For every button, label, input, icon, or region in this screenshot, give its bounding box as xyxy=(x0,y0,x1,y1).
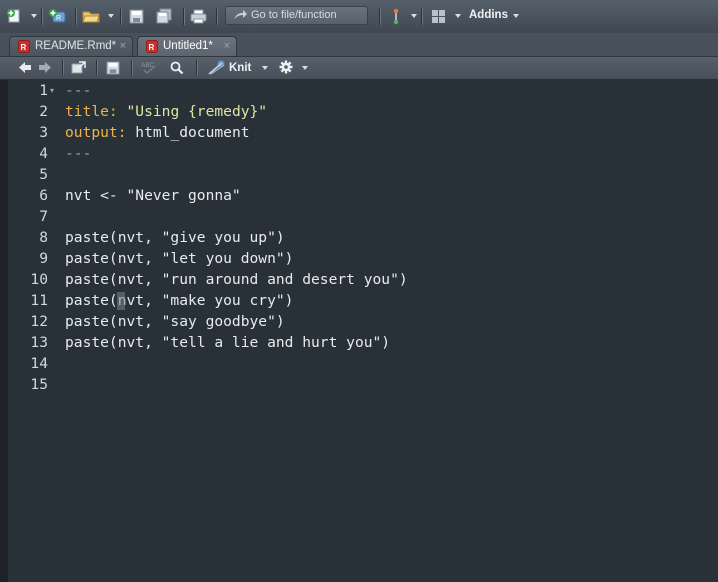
tab-untitled1[interactable]: R Untitled1* × xyxy=(137,36,237,56)
code-line[interactable]: paste(nvt, "let you down") xyxy=(65,248,293,269)
code-line[interactable]: paste(nvt, "run around and desert you") xyxy=(65,269,408,290)
code-token: --- xyxy=(65,82,92,99)
vcs-dropdown-caret[interactable] xyxy=(411,14,417,18)
code-token: paste(nvt, "let you down") xyxy=(65,250,294,267)
svg-text:R: R xyxy=(56,15,61,22)
tab-readme[interactable]: R README.Rmd* × xyxy=(9,36,133,56)
code-token: paste(nvt, "say goodbye") xyxy=(65,313,285,330)
layout-dropdown-caret[interactable] xyxy=(455,14,461,18)
code-token: --- xyxy=(65,145,92,162)
grid-layout-icon[interactable] xyxy=(430,7,446,25)
open-file-dropdown-caret[interactable] xyxy=(108,14,114,18)
code-line[interactable]: --- xyxy=(65,80,91,101)
code-line[interactable]: output: html_document xyxy=(65,122,250,143)
line-number: 12 xyxy=(30,313,48,330)
addins-dropdown-caret[interactable] xyxy=(513,14,519,18)
source-tab-bar: R README.Rmd* × R Untitled1* × xyxy=(0,33,718,57)
toolbar-divider xyxy=(96,60,97,75)
main-toolbar: R Go to file/function Addins xyxy=(0,0,718,34)
code-line[interactable]: nvt <- "Never gonna" xyxy=(65,185,241,206)
search-icon[interactable] xyxy=(170,61,184,80)
toolbar-divider xyxy=(196,60,197,75)
line-number: 5 xyxy=(39,166,48,183)
gear-icon[interactable] xyxy=(279,60,293,79)
tab-label: Untitled1* xyxy=(163,40,213,52)
spell-check-icon[interactable]: ABC xyxy=(141,59,159,80)
line-number: 4 xyxy=(39,145,48,162)
toolbar-divider xyxy=(120,8,121,25)
yaml-key-token: output: xyxy=(65,124,127,141)
toolbar-divider xyxy=(216,8,217,25)
fold-toggle-icon[interactable]: ▾ xyxy=(50,80,58,101)
code-line[interactable]: title: "Using {remedy}" xyxy=(65,101,267,122)
open-folder-icon[interactable] xyxy=(82,7,100,25)
line-number: 11 xyxy=(30,292,48,309)
knit-icon[interactable] xyxy=(208,60,226,80)
line-number: 7 xyxy=(39,208,48,225)
yaml-key-token: title: xyxy=(65,103,118,120)
new-file-dropdown-caret[interactable] xyxy=(31,14,37,18)
knit-dropdown-caret[interactable] xyxy=(262,66,268,70)
code-token: paste(nvt, "make you cry") xyxy=(65,292,294,309)
line-number: 6 xyxy=(39,187,48,204)
addins-menu[interactable]: Addins xyxy=(469,9,508,21)
close-icon[interactable]: × xyxy=(120,37,126,56)
code-line[interactable]: --- xyxy=(65,143,91,164)
goto-placeholder: Go to file/function xyxy=(251,9,337,21)
code-line[interactable]: paste(nvt, "give you up") xyxy=(65,227,285,248)
svg-text:R: R xyxy=(149,43,155,52)
code-token: paste(nvt, "give you up") xyxy=(65,229,285,246)
goto-arrow-icon xyxy=(233,10,247,28)
code-token: html_document xyxy=(126,124,250,141)
toolbar-divider xyxy=(62,60,63,75)
settings-dropdown-caret[interactable] xyxy=(302,66,308,70)
new-project-icon[interactable]: R xyxy=(48,7,66,25)
line-number: 15 xyxy=(30,376,48,393)
editor-toolbar: ABC Knit xyxy=(0,57,718,80)
svg-text:R: R xyxy=(21,43,27,52)
show-in-window-icon[interactable] xyxy=(71,61,86,79)
line-number: 3 xyxy=(39,124,48,141)
line-number: 2 xyxy=(39,103,48,120)
knit-button[interactable]: Knit xyxy=(229,62,251,74)
save-icon[interactable] xyxy=(128,7,144,25)
code-token: paste(nvt, "tell a lie and hurt you") xyxy=(65,334,391,351)
code-editor[interactable]: 1 --- 2 title: "Using {remedy}" 3 output: htm… xyxy=(8,80,718,582)
code-token: paste(nvt, "run around and desert you") xyxy=(65,271,408,288)
toolbar-divider xyxy=(379,8,380,25)
version-control-icon[interactable] xyxy=(389,7,403,25)
tab-label: README.Rmd* xyxy=(35,40,117,52)
new-file-icon[interactable] xyxy=(6,7,22,25)
print-icon[interactable] xyxy=(190,7,207,25)
line-number: 10 xyxy=(30,271,48,288)
line-number: 9 xyxy=(39,250,48,267)
code-line[interactable]: paste(nvt, "say goodbye") xyxy=(65,311,285,332)
text-cursor xyxy=(116,292,125,310)
line-number: 8 xyxy=(39,229,48,246)
code-line[interactable]: paste(nvt, "tell a lie and hurt you") xyxy=(65,332,390,353)
line-number: 13 xyxy=(30,334,48,351)
code-line[interactable]: paste(nvt, "make you cry") xyxy=(65,290,293,311)
save-all-icon[interactable] xyxy=(155,7,173,25)
nav-back-icon[interactable] xyxy=(18,61,32,79)
code-token: nvt <- "Never gonna" xyxy=(65,187,241,204)
line-number: 1 xyxy=(39,82,48,99)
toolbar-divider xyxy=(183,8,184,25)
toolbar-divider xyxy=(41,8,42,25)
toolbar-divider xyxy=(131,60,132,75)
line-number: 14 xyxy=(30,355,48,372)
toolbar-divider xyxy=(421,8,422,25)
close-icon[interactable]: × xyxy=(224,37,230,56)
toolbar-divider xyxy=(75,8,76,25)
nav-forward-icon[interactable] xyxy=(38,61,52,79)
save-icon[interactable] xyxy=(106,61,120,80)
goto-file-function-input[interactable]: Go to file/function xyxy=(225,6,368,25)
string-token: "Using {remedy}" xyxy=(126,103,268,120)
